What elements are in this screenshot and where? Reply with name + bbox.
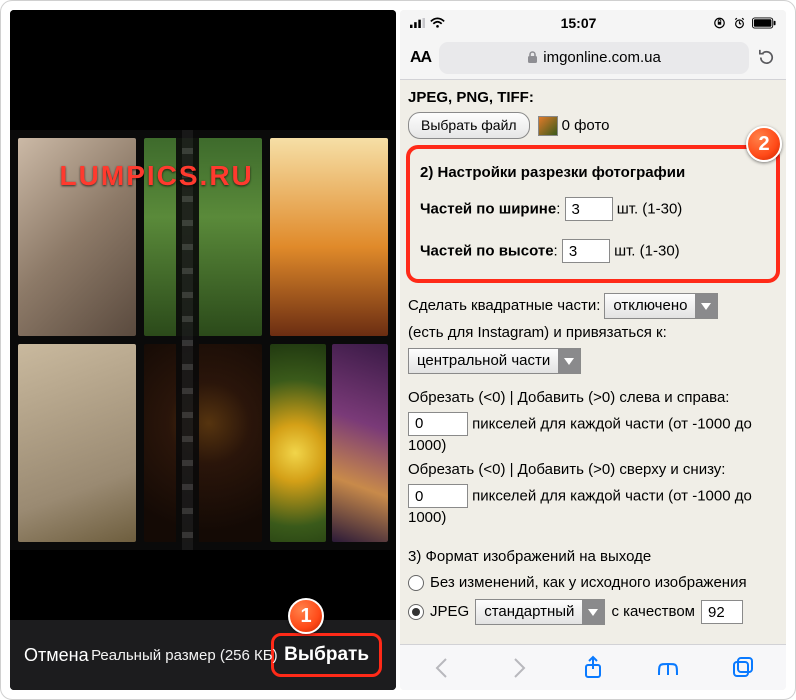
collage-tile [18,344,136,542]
parts-height-label: Частей по высоте [420,243,554,260]
chevron-down-icon [588,607,598,617]
browser-pane: 15:07 AA imgonline.com.ua JPEG, PNG, TIF… [400,10,786,690]
jpeg-variant-select[interactable]: стандартный [475,599,605,625]
text-size-button[interactable]: AA [410,49,431,67]
format-nochange-label: Без изменений, как у исходного изображен… [430,573,747,593]
status-bar: 15:07 [400,10,786,36]
jpeg-quality-label: с качеством [611,602,695,622]
parts-height-input[interactable] [562,239,610,263]
tabs-icon[interactable] [730,655,756,681]
anchor-select[interactable]: центральной части [408,348,581,374]
annotation-badge-1: 1 [288,598,324,634]
section-2-title: 2) Настройки разрезки фотографии [420,164,685,181]
cellular-icon [410,17,425,29]
url-domain: imgonline.com.ua [543,49,661,66]
parts-height-hint: шт. (1-30) [614,243,680,260]
alarm-icon [732,17,747,29]
collage-tile [144,344,262,542]
url-bar: AA imgonline.com.ua [400,36,786,80]
collage-tile [18,138,136,336]
orientation-lock-icon [712,17,727,29]
photo-count-label: 0 фото [562,116,610,136]
image-picker-pane: LUMPICS.RU Отмена Реальный размер (256 К… [10,10,396,690]
choose-file-button[interactable]: Выбрать файл [408,112,530,139]
format-nochange-radio[interactable] [408,575,424,591]
collage [10,130,396,550]
image-preview: LUMPICS.RU [10,10,396,620]
file-thumbnail [538,116,558,136]
format-jpeg-radio[interactable] [408,604,424,620]
section-3-title: 3) Формат изображений на выходе [408,547,778,567]
page-content: JPEG, PNG, TIFF: Выбрать файл 0 фото 2) … [400,80,786,644]
collage-tile [270,344,388,542]
picker-toolbar: Отмена Реальный размер (256 КБ) Выбрать [10,620,396,690]
crop-lr-input[interactable] [408,412,468,436]
film-strip-decoration [176,130,199,550]
share-icon[interactable] [580,655,606,681]
collage-tile [270,138,388,336]
square-parts-suffix: (есть для Instagram) и привязаться к: [408,323,667,343]
crop-lr-label: Обрезать (<0) | Добавить (>0) слева и сп… [408,388,778,408]
choose-button[interactable]: Выбрать [271,633,382,677]
status-time: 15:07 [561,15,597,31]
parts-width-input[interactable] [565,197,613,221]
format-jpeg-label: JPEG [430,602,469,622]
square-parts-select[interactable]: отключено [604,293,718,319]
parts-width-label: Частей по ширине [420,201,556,218]
chevron-down-icon [564,356,574,366]
crop-tb-input[interactable] [408,484,468,508]
cancel-button[interactable]: Отмена [24,645,89,666]
square-parts-label: Сделать квадратные части: [408,296,600,316]
back-icon[interactable] [430,655,456,681]
jpeg-quality-input[interactable] [701,600,743,624]
safari-toolbar [400,644,786,690]
annotation-badge-2: 2 [746,126,782,162]
actual-size-label[interactable]: Реальный размер (256 КБ) [91,647,278,664]
address-field[interactable]: imgonline.com.ua [439,42,749,74]
crop-tb-label: Обрезать (<0) | Добавить (>0) сверху и с… [408,460,778,480]
collage-tile [144,138,262,336]
parts-width-hint: шт. (1-30) [617,201,683,218]
bookmarks-icon[interactable] [655,655,681,681]
chevron-down-icon [701,301,711,311]
lock-icon [527,51,538,64]
wifi-icon [430,17,445,29]
reload-icon[interactable] [757,48,776,67]
battery-icon [752,17,776,29]
forward-icon[interactable] [505,655,531,681]
upload-formats-label: JPEG, PNG, TIFF: [408,89,534,106]
section-2-highlight: 2) Настройки разрезки фотографии Частей … [406,145,780,283]
